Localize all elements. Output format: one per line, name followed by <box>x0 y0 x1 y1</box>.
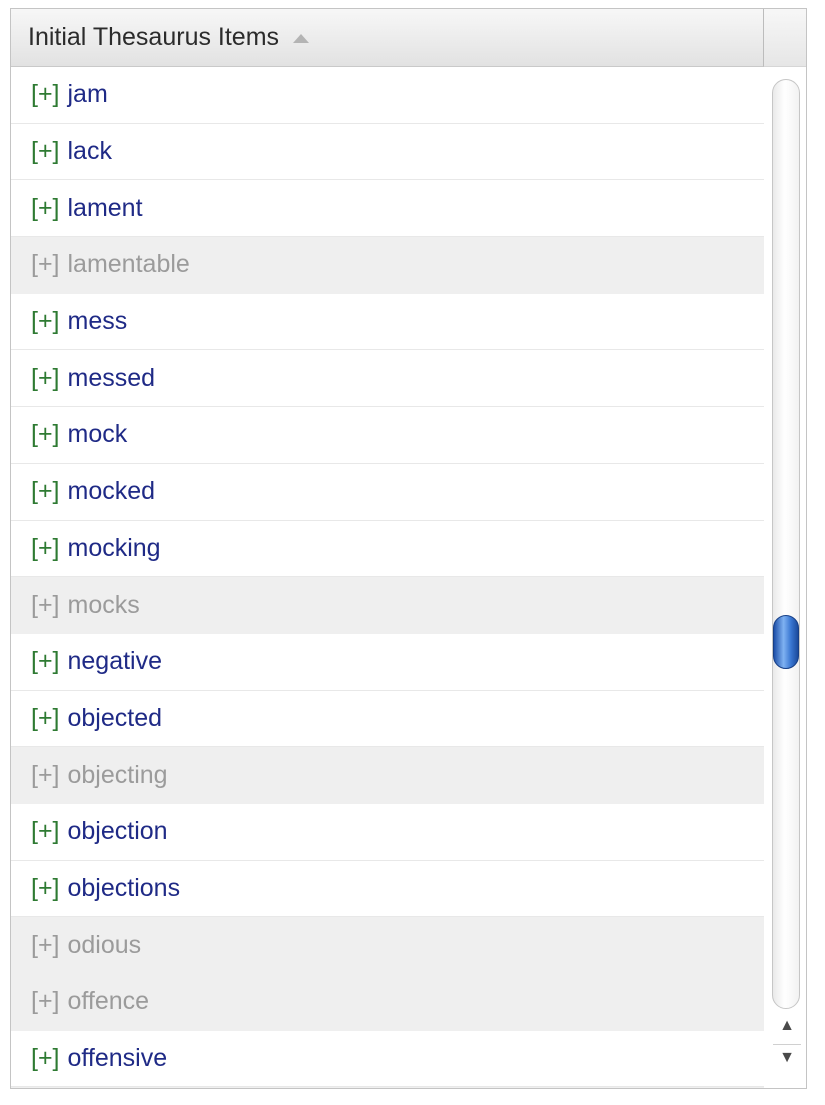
thesaurus-items-list: [+] jam [+] lack [+] lament [+] lamentable [… <box>11 67 764 1088</box>
add-item-icon[interactable]: [+] <box>31 307 60 336</box>
scrollbar-track[interactable] <box>772 79 800 1009</box>
list-item-disabled: [+] odious <box>11 917 764 974</box>
item-label: mocks <box>67 590 140 619</box>
list-item[interactable]: [+] mess <box>11 293 764 351</box>
list-item-disabled: [+] objecting <box>11 747 764 804</box>
item-label: offensive <box>67 1044 168 1073</box>
list-item[interactable]: [+] messed <box>11 350 764 408</box>
add-item-icon[interactable]: [+] <box>31 420 60 449</box>
add-item-icon[interactable]: [+] <box>31 194 60 223</box>
list-item[interactable]: [+] objection <box>11 803 764 861</box>
item-label: negative <box>67 647 163 676</box>
add-item-icon[interactable]: [+] <box>31 647 60 676</box>
scrollbar-thumb[interactable] <box>773 615 799 669</box>
column-header-title: Initial Thesaurus Items <box>28 23 280 51</box>
list-item[interactable]: [+] lament <box>11 180 764 238</box>
add-item-icon[interactable]: [+] <box>31 817 60 846</box>
add-item-icon[interactable]: [+] <box>31 477 60 506</box>
vertical-scrollbar[interactable]: ▲ ▼ <box>764 67 806 1088</box>
add-item-icon[interactable]: [+] <box>31 137 60 166</box>
header-corner <box>764 9 806 67</box>
list-item-disabled: [+] mocks <box>11 577 764 634</box>
item-label: lamentable <box>67 250 190 279</box>
item-label: jam <box>67 80 108 109</box>
item-label: mocking <box>67 533 161 562</box>
list-item[interactable]: [+] mock <box>11 407 764 464</box>
column-header[interactable]: Initial Thesaurus Items <box>11 9 764 67</box>
sort-ascending-icon[interactable] <box>293 34 310 43</box>
list-item[interactable]: [+] jam <box>11 67 764 124</box>
add-item-icon[interactable]: [+] <box>31 874 60 903</box>
add-item-icon[interactable]: [+] <box>31 364 60 393</box>
item-label: mess <box>67 307 128 336</box>
item-label: objecting <box>67 760 168 789</box>
scroll-down-arrow-icon[interactable]: ▼ <box>773 1044 801 1071</box>
item-label: odious <box>67 930 142 959</box>
add-item-icon[interactable]: [+] <box>31 1044 60 1073</box>
item-label: objection <box>67 817 168 846</box>
item-label: offence <box>67 987 150 1016</box>
list-item[interactable]: [+] lack <box>11 123 764 181</box>
item-label: mocked <box>67 477 156 506</box>
add-item-icon: [+] <box>31 590 60 619</box>
list-item[interactable]: [+] objections <box>11 860 764 918</box>
add-item-icon: [+] <box>31 250 60 279</box>
item-label: lack <box>67 137 112 166</box>
add-item-icon: [+] <box>31 760 60 789</box>
add-item-icon[interactable]: [+] <box>31 534 60 563</box>
item-label: messed <box>67 363 156 392</box>
list-item[interactable]: [+] negative <box>11 633 764 691</box>
item-label: lament <box>67 193 143 222</box>
item-label: mock <box>67 420 128 449</box>
add-item-icon[interactable]: [+] <box>31 704 60 733</box>
item-label: objections <box>67 873 181 902</box>
list-item-disabled: [+] offence <box>11 974 764 1031</box>
list-item[interactable]: [+] objected <box>11 690 764 748</box>
thesaurus-panel: Initial Thesaurus Items [+] jam [+] lack [… <box>10 8 807 1089</box>
item-label: objected <box>67 703 163 732</box>
list-item[interactable]: [+] offensive <box>11 1030 764 1088</box>
scroll-up-arrow-icon[interactable]: ▲ <box>773 1013 801 1039</box>
list-item[interactable]: [+] mocking <box>11 520 764 578</box>
add-item-icon[interactable]: [+] <box>31 80 60 109</box>
add-item-icon: [+] <box>31 930 60 959</box>
list-item[interactable]: [+] mocked <box>11 463 764 521</box>
add-item-icon: [+] <box>31 987 60 1016</box>
list-item-disabled: [+] lamentable <box>11 237 764 294</box>
